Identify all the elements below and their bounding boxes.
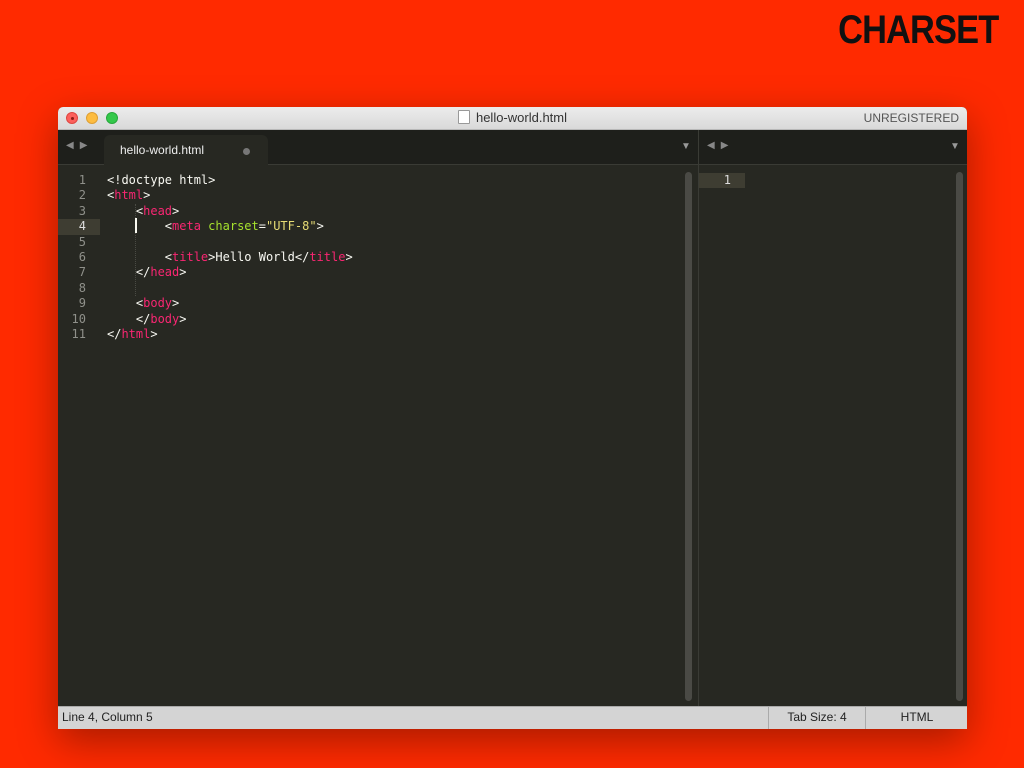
text-token: > xyxy=(345,249,353,264)
editor-area: 1 2 3 4 5 6 7 8 9 10 11 <!doctype html> <html> <hea… xyxy=(58,163,967,707)
unsaved-dot-icon[interactable] xyxy=(243,148,250,155)
code-line: <head> xyxy=(107,204,678,219)
cursor-position: Line 4, Column 5 xyxy=(62,710,153,724)
text-token: > xyxy=(179,265,187,280)
tag-token: html xyxy=(121,326,151,341)
left-tab-dropdown-icon[interactable]: ▼ xyxy=(681,141,691,152)
pane-divider xyxy=(698,130,699,164)
line-number: 6 xyxy=(78,249,86,264)
text-token: </ xyxy=(107,265,151,280)
tab-hello-world[interactable]: hello-world.html xyxy=(104,135,268,165)
file-icon xyxy=(457,110,470,124)
code-line: <!doctype html> xyxy=(107,173,678,188)
tag-token: body xyxy=(143,296,173,311)
unregistered-label: UNREGISTERED xyxy=(863,111,959,125)
code-line: <html> xyxy=(107,188,678,203)
code-line: </html> xyxy=(107,327,678,342)
line-number: 10 xyxy=(71,311,86,326)
text-token: = xyxy=(258,219,266,234)
text-token: </ xyxy=(107,311,151,326)
right-pane-nav: ◀▶ xyxy=(707,140,734,151)
text-token: > xyxy=(316,219,324,234)
text-token: < xyxy=(107,249,173,264)
text-token: > xyxy=(143,188,151,203)
text-token: < xyxy=(107,219,173,234)
left-scrollbar[interactable] xyxy=(685,172,692,701)
line-number: 2 xyxy=(78,188,86,203)
text-token: > xyxy=(172,203,180,218)
right-tab-dropdown-icon[interactable]: ▼ xyxy=(950,141,960,152)
right-pane[interactable]: 1 xyxy=(699,164,967,707)
line-number: 11 xyxy=(71,326,86,341)
tag-token: title xyxy=(309,249,346,264)
status-bar: Line 4, Column 5 Tab Size: 4 HTML xyxy=(58,706,967,729)
tag-token: body xyxy=(150,311,180,326)
line-number: 5 xyxy=(78,234,86,249)
text-token: >Hello World</ xyxy=(208,249,310,264)
text-token: < xyxy=(107,296,144,311)
tag-token: meta xyxy=(172,219,201,234)
code-line: </body> xyxy=(107,312,678,327)
left-pane[interactable]: 1 2 3 4 5 6 7 8 9 10 11 <!doctype html> <html> <hea… xyxy=(58,164,698,707)
text-token: < xyxy=(107,203,144,218)
tag-token: html xyxy=(114,188,144,203)
line-number-gutter: 1 2 3 4 5 6 7 8 9 10 11 xyxy=(58,173,100,342)
attribute-token: charset xyxy=(208,219,259,234)
syntax-selector[interactable]: HTML xyxy=(865,707,967,729)
line-number: 4 xyxy=(58,219,100,235)
forward-arrow-icon[interactable]: ▶ xyxy=(80,140,94,151)
line-number: 1 xyxy=(78,173,86,187)
forward-arrow-icon[interactable]: ▶ xyxy=(721,140,735,151)
line-number: 8 xyxy=(78,280,86,295)
tag-token: head xyxy=(150,265,180,280)
line-number: 7 xyxy=(78,265,86,280)
right-scrollbar[interactable] xyxy=(956,172,963,701)
tab-size-selector[interactable]: Tab Size: 4 xyxy=(768,707,865,729)
code-line: <body> xyxy=(107,296,678,311)
title-bar: hello-world.html UNREGISTERED xyxy=(58,107,967,130)
editor-window: hello-world.html UNREGISTERED ◀▶ hello-w… xyxy=(58,107,967,729)
tag-token: head xyxy=(143,203,173,218)
line-number: 1 xyxy=(699,173,745,189)
back-arrow-icon[interactable]: ◀ xyxy=(707,140,721,151)
slide-title: CHARSET xyxy=(837,8,999,52)
line-number: 3 xyxy=(78,203,86,218)
code-area[interactable]: <!doctype html> <html> <head> <meta chars… xyxy=(107,173,678,342)
code-line: <meta charset="UTF-8"> xyxy=(107,219,678,234)
code-line: <title>Hello World</title> xyxy=(107,250,678,265)
tag-token: title xyxy=(172,249,209,264)
left-pane-nav: ◀▶ xyxy=(66,140,93,151)
text-cursor xyxy=(135,218,137,233)
text-token: > xyxy=(172,296,180,311)
text-token: > xyxy=(179,311,187,326)
text-token: <!doctype html> xyxy=(107,173,216,187)
string-token: "UTF-8" xyxy=(265,219,317,234)
back-arrow-icon[interactable]: ◀ xyxy=(66,140,80,151)
right-line-number-gutter: 1 xyxy=(699,173,745,189)
tab-label: hello-world.html xyxy=(120,143,205,157)
text-token: > xyxy=(150,326,158,341)
window-title-text: hello-world.html xyxy=(475,110,568,125)
code-line: </head> xyxy=(107,265,678,280)
line-number: 9 xyxy=(78,296,86,311)
tab-bar: ◀▶ hello-world.html ▼ ◀▶ ▼ xyxy=(58,130,967,165)
text-token: </ xyxy=(107,326,122,341)
window-title: hello-world.html xyxy=(58,110,967,125)
